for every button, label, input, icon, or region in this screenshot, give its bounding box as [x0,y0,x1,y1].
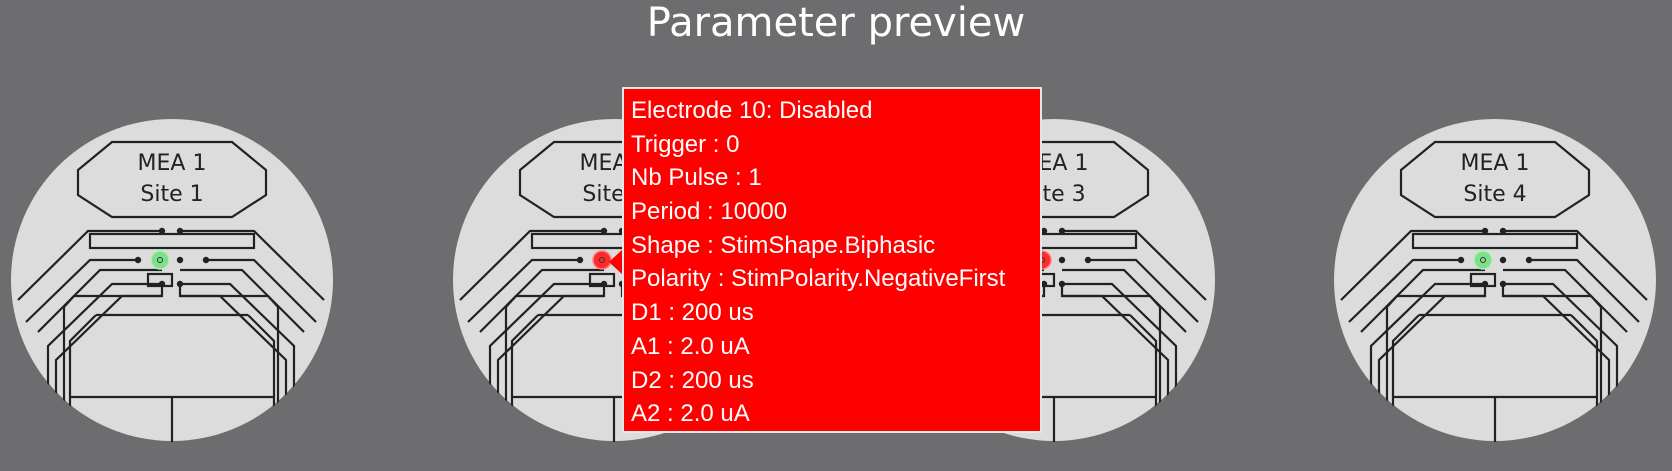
electrode-enabled-marker[interactable] [1473,250,1493,270]
contact-dot [1058,227,1066,235]
contact-dot [176,256,184,264]
contact-dot [1499,280,1507,288]
mea-site-graphic: MEA 1 Site 1 [11,119,333,442]
mea-label: MEA 1 [1461,151,1530,176]
tooltip-polarity: Polarity : StimPolarity.NegativeFirst [631,265,1006,293]
tooltip-a1: A1 : 2.0 uA [631,332,750,360]
tooltip-shape: Shape : StimShape.Biphasic [631,231,936,259]
contact-dot [158,227,166,235]
contact-dot [600,227,608,235]
contact-dot [1499,256,1507,264]
mea-label: MEA 1 [138,151,207,176]
tooltip-d1: D1 : 200 us [631,299,754,327]
contact-dot [1481,280,1489,288]
contact-dot [1499,227,1507,235]
tooltip-a2: A2 : 2.0 uA [631,400,750,428]
electrode-enabled-marker[interactable] [150,250,170,270]
contact-dot [576,256,584,264]
contact-dot [1058,280,1066,288]
tooltip-period: Period : 10000 [631,198,788,226]
tooltip-trigger: Trigger : 0 [631,130,740,158]
mea-site-1[interactable]: MEA 1 Site 1 [10,110,335,444]
contact-dot [202,256,210,264]
contact-dot [158,280,166,288]
contact-dot [176,280,184,288]
contact-dot [1058,256,1066,264]
contact-dot [1481,227,1489,235]
tooltip-pointer [609,249,623,275]
tooltip-d2: D2 : 200 us [631,366,754,394]
electrode-parameter-tooltip: Electrode 10: Disabled Trigger : 0 Nb Pu… [622,87,1042,433]
site-label: Site 1 [140,182,203,207]
contact-dot [600,280,608,288]
contact-dot [1084,256,1092,264]
contact-dot [1525,256,1533,264]
contact-dot [1457,256,1465,264]
page-title: Parameter preview [646,0,1026,46]
contact-dot [134,256,142,264]
tooltip-nb-pulse: Nb Pulse : 1 [631,164,762,192]
mea-site-4[interactable]: MEA 1 Site 4 [1333,110,1658,444]
site-label: Site 4 [1463,182,1526,207]
mea-site-graphic: MEA 1 Site 4 [1334,119,1656,442]
tooltip-electrode-status: Electrode 10: Disabled [631,97,873,124]
contact-dot [176,227,184,235]
